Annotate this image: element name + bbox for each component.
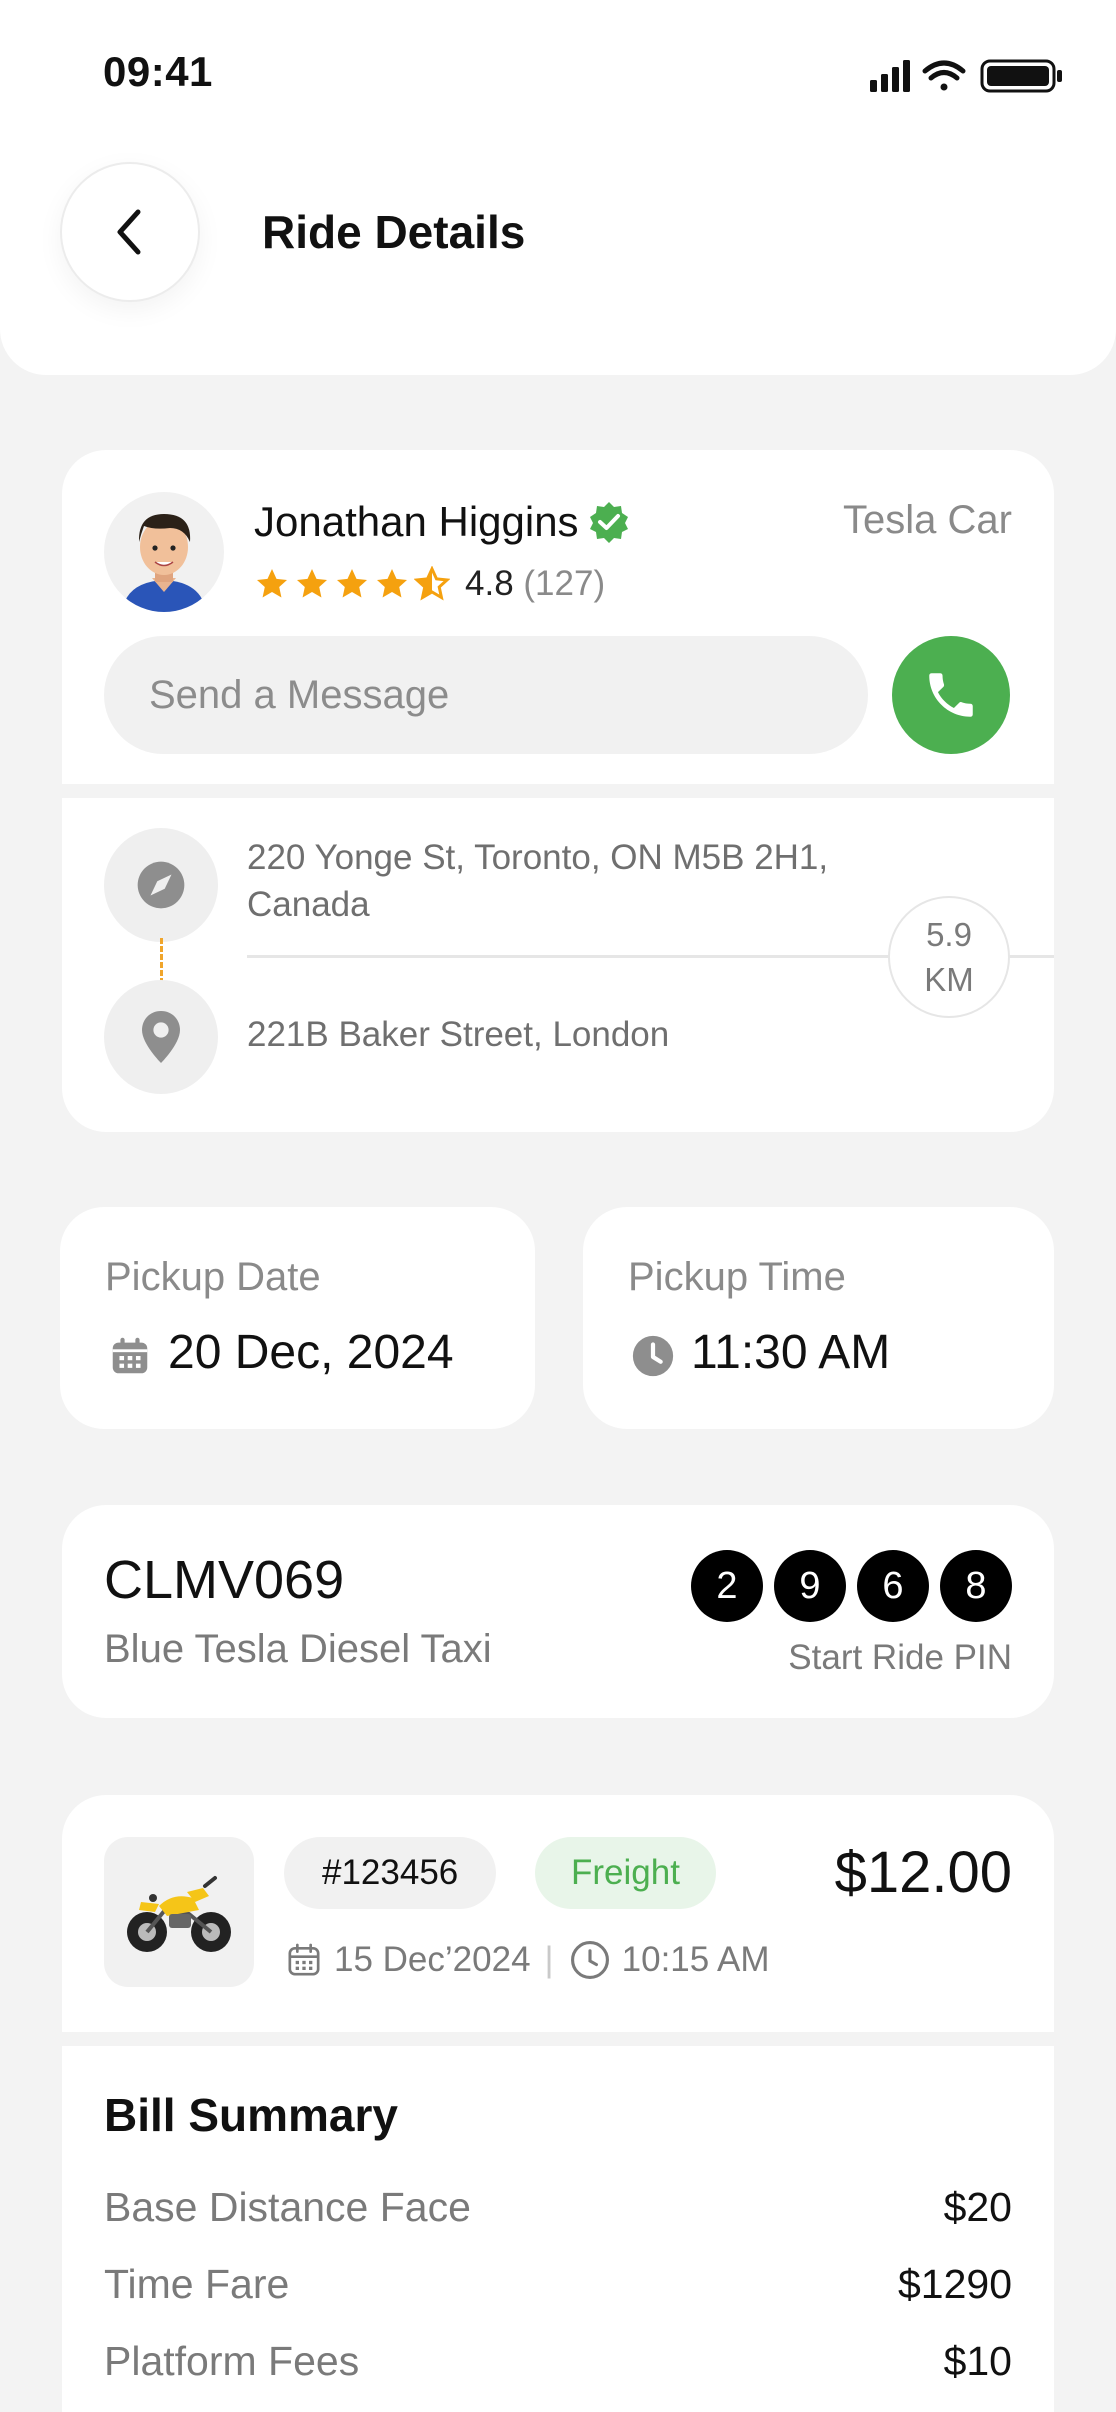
driver-card: Jonathan Higgins 4.8 (127) Tesla Car Sen… [62,450,1054,1132]
star-half-icon [414,566,450,601]
star-icon [297,569,327,598]
pickup-address: 220 Yonge St, Toronto, ON M5B 2H1, Canad… [247,838,829,924]
section-divider [62,2032,1054,2046]
pickup-time-label: Pickup Time [628,1255,846,1299]
pickup-time-value: 11:30 AM [691,1326,891,1379]
star-icon [257,569,287,598]
rating-value: 4.8 [465,564,514,603]
bill-row: Time Fare $1290 [104,2261,1012,2308]
distance-value: 5.9 [926,916,972,953]
car-type: Tesla Car [843,498,1012,542]
map-pin-icon [142,1011,180,1063]
compass-icon [137,861,185,909]
star-icon [377,569,407,598]
battery-icon [980,59,1062,93]
bill-row-amount: $1290 [897,2261,1012,2307]
bill-summary-title: Bill Summary [104,2089,398,2141]
chevron-left-icon [117,209,141,255]
pin-label: Start Ride PIN [788,1638,1012,1677]
star-rating [254,566,450,602]
pin-digit: 9 [774,1550,846,1622]
back-button[interactable] [60,162,200,302]
bill-row-amount: $20 [943,2184,1012,2230]
bill-row-amount: $10 [943,2338,1012,2384]
review-count: (127) [523,564,606,603]
rating-text: 4.8 (127) [465,564,605,604]
page-title: Ride Details [262,206,526,258]
pin-digit: 8 [940,1550,1012,1622]
status-icons [870,59,1062,93]
clock-outline-icon [570,1941,609,1979]
vehicle-plate: CLMV069 [104,1550,345,1610]
pickup-time-card: Pickup Time 11:30 AM [583,1207,1054,1429]
order-meta: 15 Dec’2024 | 10:15 AM [284,1938,770,1982]
vehicle-description: Blue Tesla Diesel Taxi [104,1627,492,1671]
distance-unit: KM [924,961,974,998]
header: 09:41 Ride Details [0,0,1116,375]
pickup-date-label: Pickup Date [105,1255,321,1299]
ride-pin: 2 9 6 8 [691,1550,1012,1622]
bill-row: Platform Fees $10 [104,2338,1012,2385]
pickup-date-value: 20 Dec, 2024 [168,1326,454,1379]
order-price: $12.00 [834,1840,1012,1905]
dropoff-location-marker [104,980,218,1094]
vehicle-card: CLMV069 Blue Tesla Diesel Taxi 2 9 6 8 S… [62,1505,1054,1718]
bill-row-label: Platform Fees [104,2338,360,2384]
call-button[interactable] [892,636,1010,754]
dropoff-address: 221B Baker Street, London [247,1015,670,1054]
clock-icon [632,1335,674,1377]
vehicle-thumbnail [104,1837,254,1987]
order-date: 15 Dec’2024 [334,1940,531,1979]
distance-badge: 5.9 KM [888,896,1010,1018]
section-divider [62,784,1054,798]
calendar-icon [112,1337,148,1374]
calendar-outline-icon [288,1943,320,1976]
order-time: 10:15 AM [621,1940,770,1979]
signal-icon [870,60,910,92]
phone-icon [929,673,973,717]
bill-row: Base Distance Face $20 [104,2184,1012,2231]
driver-name: Jonathan Higgins [254,498,579,545]
verified-badge-icon [590,502,628,543]
bill-row-label: Base Distance Face [104,2184,471,2230]
bill-row-label: Time Fare [104,2261,290,2307]
pickup-location-marker [104,828,218,942]
route-dash-connector [160,938,163,984]
order-card: #123456 Freight $12.00 15 Dec’2024 | 10:… [62,1795,1054,2412]
motorbike-icon [127,1876,231,1952]
pickup-date-card: Pickup Date 20 Dec, 2024 [60,1207,535,1429]
pin-digit: 6 [857,1550,929,1622]
wifi-icon [922,60,966,91]
status-time: 09:41 [103,48,213,95]
message-input[interactable] [104,636,868,754]
pin-digit: 2 [691,1550,763,1622]
order-tag-badge: Freight [535,1837,716,1909]
order-id-badge: #123456 [284,1837,497,1909]
star-icon [337,569,367,598]
driver-avatar [104,492,224,612]
meta-separator: | [544,1940,554,1979]
